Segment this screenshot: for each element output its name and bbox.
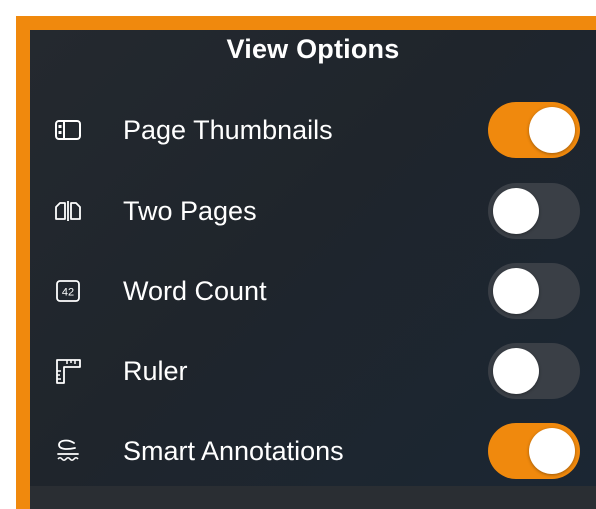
toggle-knob <box>529 428 575 474</box>
page-thumbnails-icon <box>55 120 81 140</box>
option-page-thumbnails[interactable]: Page Thumbnails <box>30 101 596 159</box>
word-count-icon: 42 <box>56 280 80 302</box>
toggle-knob <box>529 107 575 153</box>
page-thumbnails-toggle[interactable] <box>488 102 580 158</box>
two-pages-toggle[interactable] <box>488 183 580 239</box>
two-pages-icon <box>55 201 81 221</box>
word-count-icon-text: 42 <box>62 287 74 299</box>
option-label: Page Thumbnails <box>123 115 333 145</box>
toggle-knob <box>493 268 539 314</box>
word-count-toggle[interactable] <box>488 263 580 319</box>
view-options-panel: View Options Page Thumbnails Two Pages 4… <box>30 30 596 486</box>
toggle-knob <box>493 348 539 394</box>
option-label: Ruler <box>123 356 188 386</box>
option-label: Two Pages <box>123 196 257 226</box>
option-word-count[interactable]: 42 Word Count <box>30 262 596 320</box>
ruler-icon <box>56 359 81 384</box>
smart-annotations-icon <box>57 439 79 461</box>
option-label: Smart Annotations <box>123 436 344 466</box>
option-smart-annotations[interactable]: Smart Annotations <box>30 422 596 480</box>
option-label: Word Count <box>123 276 267 306</box>
smart-annotations-toggle[interactable] <box>488 423 580 479</box>
bottom-strip <box>30 486 596 509</box>
option-two-pages[interactable]: Two Pages <box>30 182 596 240</box>
panel-title: View Options <box>226 34 400 64</box>
toggle-knob <box>493 188 539 234</box>
ruler-toggle[interactable] <box>488 343 580 399</box>
option-ruler[interactable]: Ruler <box>30 342 596 400</box>
